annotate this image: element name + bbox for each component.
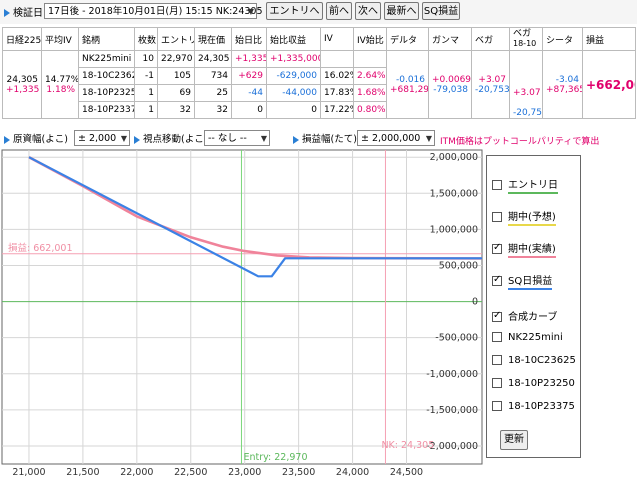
col-header: IV <box>320 27 354 51</box>
entry-line-label: Entry: 22,970 <box>243 452 307 463</box>
x-tick-label: 21,500 <box>66 467 99 478</box>
legend-item-entry-date[interactable]: エントリ日 <box>492 176 558 194</box>
next-button[interactable]: 次へ <box>355 2 381 20</box>
chevron-down-icon: ▼ <box>260 134 267 143</box>
legend-item-nk225mini[interactable]: NK225mini <box>492 332 563 343</box>
avg-iv-cell: 14.77% 1.18% <box>41 50 79 119</box>
view-move-control: 視点移動(よこ) <box>134 131 207 145</box>
checkbox[interactable] <box>492 180 502 190</box>
triangle-icon <box>4 135 10 144</box>
col-header: シータ <box>542 27 583 51</box>
y-tick-label: 1,000,000 <box>430 224 478 235</box>
col-header: エントリ <box>157 27 195 51</box>
update-button[interactable]: 更新 <box>500 430 528 450</box>
verify-date-select[interactable]: 17日後 - 2018年10月01日(月) 15:15 NK:24305 ▼ <box>44 3 263 19</box>
table-row: 24,305 +1,335 14.77% 1.18% NK225mini 10 22… <box>2 50 636 119</box>
col-header: 現在価 <box>194 27 232 51</box>
legend-item-midterm-actual[interactable]: 期中(実績) <box>492 240 556 258</box>
col-header: デルタ <box>386 27 429 51</box>
y-tick-label: 2,000,000 <box>430 152 478 163</box>
sq-pnl-button[interactable]: SQ損益 <box>422 2 460 20</box>
col-header: 始比収益 <box>266 27 321 51</box>
vega-cell: +3.07 -20,753 <box>471 50 510 119</box>
x-tick-label: 24,500 <box>390 467 423 478</box>
nikkei-cell: 24,305 +1,335 <box>2 50 42 119</box>
checkbox[interactable] <box>492 378 502 388</box>
chevron-down-icon: ▼ <box>425 134 432 143</box>
pnl-line-label: 損益: 662,001 <box>8 242 73 254</box>
checkbox[interactable] <box>492 274 502 286</box>
col-header: 日経225 <box>2 27 42 51</box>
triangle-icon <box>134 135 140 144</box>
triangle-icon <box>293 135 299 144</box>
col-header: ベガ <box>471 27 510 51</box>
latest-button[interactable]: 最新へ <box>384 2 419 20</box>
chevron-down-icon: ▼ <box>120 134 127 143</box>
verify-date-label: 検証日 <box>4 4 43 19</box>
vega1810-cell: +3.07-20,753 <box>509 50 543 119</box>
checkbox[interactable] <box>492 355 502 365</box>
y-tick-label: 500,000 <box>439 260 478 271</box>
checkbox[interactable] <box>492 401 502 411</box>
gamma-cell: +0.0069 -79,038 <box>428 50 472 119</box>
col-header: 平均IV <box>41 27 79 51</box>
col-header: 銘柄 <box>78 27 135 51</box>
x-tick-label: 21,000 <box>12 467 45 478</box>
origin-width-select[interactable]: ± 2,000 ▼ <box>74 130 130 146</box>
prev-button[interactable]: 前へ <box>326 2 352 20</box>
x-tick-label: 22,000 <box>120 467 153 478</box>
y-tick-label: 1,500,000 <box>430 188 478 199</box>
x-tick-label: 23,500 <box>282 467 315 478</box>
col-header: ガンマ <box>428 27 472 51</box>
checkbox[interactable] <box>492 242 502 254</box>
triangle-icon <box>4 9 10 17</box>
pnl-chart: 21,000 21,500 22,000 22,500 23,000 23,500 24,0… <box>1 149 483 478</box>
total-pnl-cell: +662,000 <box>582 50 636 119</box>
toolbar: 検証日 17日後 - 2018年10月01日(月) 15:15 NK:24305… <box>0 0 637 24</box>
checkbox[interactable] <box>492 332 502 342</box>
col-header: IV始比 <box>353 27 387 51</box>
itm-note: ITM価格はプットコールパリティで算出 <box>440 137 600 147</box>
chevron-down-icon: ▼ <box>247 7 254 16</box>
y-tick-label: -1,000,000 <box>426 369 478 380</box>
nk-line-label: NK: 24,305 <box>381 440 434 451</box>
table-header-row: 日経225 平均IV 銘柄 枚数 エントリ 現在価 始日比 始比収益 IV IV… <box>2 27 636 51</box>
x-tick-label: 23,000 <box>228 467 261 478</box>
legend-item-put-23250[interactable]: 18-10P23250 <box>492 378 575 389</box>
legend-item-put-23375[interactable]: 18-10P23375 <box>492 401 575 412</box>
y-tick-label: -500,000 <box>435 333 478 344</box>
to-entry-button[interactable]: エントリへ <box>266 2 323 20</box>
legend-item-call-23625[interactable]: 18-10C23625 <box>492 355 576 366</box>
delta-cell: -0.016+681,292 <box>386 50 429 119</box>
col-header: ベガ 18-10 <box>509 27 543 51</box>
pnl-width-control: 損益幅(たて) <box>293 131 357 145</box>
checkbox[interactable] <box>492 310 502 322</box>
y-tick-label: 0 <box>472 297 478 308</box>
legend-item-midterm-forecast[interactable]: 期中(予想) <box>492 208 556 226</box>
theta-cell: -3.04 +87,365 <box>542 50 583 119</box>
x-tick-label: 24,000 <box>336 467 369 478</box>
view-move-select[interactable]: -- なし -- ▼ <box>204 130 270 146</box>
plot-area <box>1 149 483 465</box>
pnl-width-select[interactable]: ± 2,000,000 ▼ <box>357 130 435 146</box>
positions-table: 日経225 平均IV 銘柄 枚数 エントリ 現在価 始日比 始比収益 IV IV… <box>2 27 636 119</box>
col-header: 損益 <box>582 27 636 51</box>
x-tick-label: 22,500 <box>174 467 207 478</box>
col-header: 始日比 <box>231 27 267 51</box>
y-tick-label: -1,500,000 <box>426 405 478 416</box>
legend-item-composite-curve[interactable]: 合成カーブ <box>492 308 557 323</box>
legend-item-sq-pnl[interactable]: SQ日損益 <box>492 272 553 290</box>
checkbox[interactable] <box>492 212 502 222</box>
legend-panel: エントリ日 期中(予想) 期中(実績) SQ日損益 合成カーブ NK225min… <box>486 155 581 458</box>
col-header: 枚数 <box>134 27 158 51</box>
origin-width-control: 原資幅(よこ) <box>4 131 68 145</box>
